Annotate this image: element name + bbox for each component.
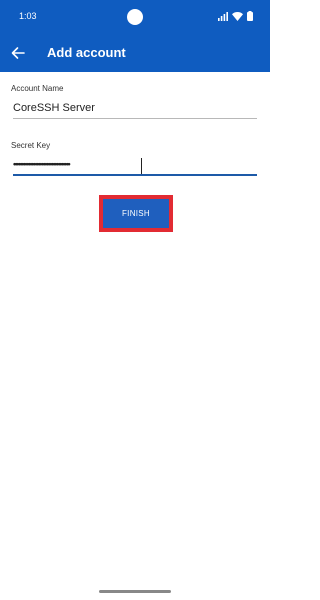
secret-key-underline bbox=[13, 174, 257, 176]
app-bar: Add account bbox=[0, 34, 270, 72]
account-name-underline bbox=[13, 118, 257, 119]
screen: 1:03 Add account Account Name CoreSSH Se… bbox=[0, 0, 270, 600]
status-time: 1:03 bbox=[19, 11, 37, 21]
signal-icon bbox=[218, 11, 228, 21]
home-indicator[interactable] bbox=[99, 590, 171, 593]
back-button[interactable] bbox=[8, 43, 28, 63]
status-icons bbox=[218, 11, 253, 21]
wifi-icon bbox=[232, 11, 243, 21]
camera-cutout bbox=[127, 9, 143, 25]
battery-icon bbox=[247, 11, 253, 21]
secret-key-label: Secret Key bbox=[11, 141, 51, 150]
status-bar: 1:03 bbox=[0, 0, 270, 34]
page-title: Add account bbox=[47, 45, 126, 60]
account-name-label: Account Name bbox=[11, 84, 64, 93]
text-cursor bbox=[141, 158, 142, 174]
arrow-left-icon bbox=[11, 47, 25, 59]
finish-button[interactable]: FINISH bbox=[103, 199, 169, 228]
account-name-field[interactable]: CoreSSH Server bbox=[13, 102, 95, 114]
secret-key-field[interactable]: •••••••••••••••••••••••••••••••••• bbox=[13, 159, 153, 173]
